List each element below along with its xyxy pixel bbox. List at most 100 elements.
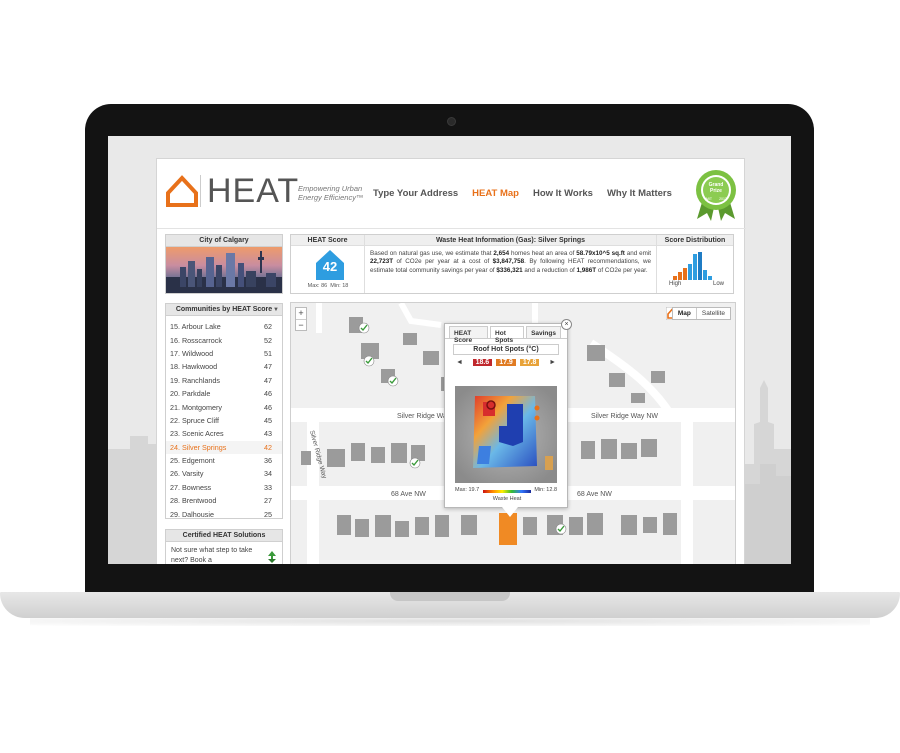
temp-badge[interactable]: 17.8 <box>519 359 540 366</box>
community-name: 28. Brentwood <box>170 496 217 506</box>
communities-title-text: Communities by HEAT Score <box>175 306 273 313</box>
temperature-readings: ◄ 18.6 17.9 17.8 ► <box>445 359 567 366</box>
tab-hot-spots[interactable]: Hot Spots <box>490 326 525 344</box>
city-panel-title: City of Calgary <box>166 235 282 247</box>
waste-homes: 2,654 <box>493 250 510 257</box>
heat-webpage: HEAT Empowering Urban Energy Efficiency™… <box>156 158 746 564</box>
site-header: HEAT Empowering Urban Energy Efficiency™… <box>157 159 746 229</box>
nav-why-it-matters[interactable]: Why It Matters <box>607 188 672 199</box>
hot-spots-popup: HEAT Score Hot Spots Savings × Roof Hot … <box>444 319 572 508</box>
waste-heat-title: Waste Heat Information (Gas): Silver Spr… <box>365 235 656 246</box>
community-score: 45 <box>264 415 272 425</box>
popup-tabs: HEAT Score Hot Spots Savings <box>445 324 567 344</box>
waste-reduction: 1,986T <box>576 266 597 274</box>
zoom-control: + − <box>295 307 307 331</box>
waste-text-part: homes heat an area of <box>509 250 577 257</box>
score-min-max: Max: 86 Min: 18 <box>291 283 365 289</box>
chevron-down-icon[interactable]: ▼ <box>273 304 279 316</box>
score-max: Max: 86 <box>307 283 328 289</box>
nav-heat-map[interactable]: HEAT Map <box>472 188 519 199</box>
waste-heat-text: Based on natural gas use, we estimate th… <box>365 246 656 279</box>
community-name: 23. Scenic Acres <box>170 429 224 439</box>
list-item[interactable]: 25. Edgemont 36 <box>166 454 282 467</box>
community-name: 29. Dalhousie <box>170 509 214 519</box>
street-label: 68 Ave NW <box>577 491 612 498</box>
screen: HEAT Empowering Urban Energy Efficiency™… <box>108 136 791 564</box>
tab-savings[interactable]: Savings <box>526 326 561 338</box>
nav-how-it-works[interactable]: How It Works <box>533 188 593 199</box>
heat-score-cell: HEAT Score 42 Max: 86 Min: 18 <box>291 235 365 293</box>
camera-icon <box>447 117 456 126</box>
close-icon[interactable]: × <box>561 319 572 330</box>
list-item[interactable]: 22. Spruce Cliff 45 <box>166 414 282 427</box>
list-item[interactable]: 16. Rosscarrock 52 <box>166 333 282 346</box>
waste-text-part: of CO2e per year at a cost of <box>393 258 493 266</box>
certified-text[interactable]: Not sure what step to take next? Book a <box>166 542 282 564</box>
score-distribution-title: Score Distribution <box>657 235 733 246</box>
grand-prize-badge-icon: Grand Prize MIT 2013 <box>696 170 736 221</box>
list-item[interactable]: 18. Hawkwood 47 <box>166 360 282 373</box>
popup-pointer <box>502 507 518 517</box>
temp-badge[interactable]: 17.9 <box>496 359 516 366</box>
map-type-satellite-button[interactable]: Satellite <box>695 308 730 319</box>
city-photo <box>166 247 282 293</box>
community-name: 16. Rosscarrock <box>170 335 222 345</box>
logo-text[interactable]: HEAT <box>207 172 299 211</box>
community-score: 51 <box>264 348 272 358</box>
list-item[interactable]: 29. Dalhousie 25 <box>166 507 282 520</box>
tab-heat-score[interactable]: HEAT Score <box>449 326 489 344</box>
community-score: 52 <box>264 335 272 345</box>
list-item[interactable]: 17. Wildwood 51 <box>166 347 282 360</box>
community-name: 27. Bowness <box>170 482 212 492</box>
heat-map[interactable]: Silver Ridge Way NW Silver Ridge Way NW … <box>290 302 736 564</box>
legend-min: Min: 12.8 <box>534 487 557 493</box>
community-name: 18. Hawkwood <box>170 362 218 372</box>
list-item[interactable]: 28. Brentwood 27 <box>166 494 282 507</box>
recycle-icon <box>268 551 276 563</box>
list-item-selected[interactable]: 24. Silver Springs 42 <box>166 440 282 454</box>
community-name: 15. Arbour Lake <box>170 322 221 332</box>
nav-type-address[interactable]: Type Your Address <box>373 188 458 199</box>
legend-label: Waste Heat <box>492 496 522 502</box>
heat-score-value: 42 <box>322 259 338 274</box>
community-name: 25. Edgemont <box>170 456 215 466</box>
badge-year: 2013 <box>719 197 727 201</box>
tagline: Empowering Urban Energy Efficiency™ <box>298 184 364 202</box>
list-item[interactable]: 21. Montgomery 46 <box>166 400 282 413</box>
waste-text-part: and emit <box>624 250 652 257</box>
badge-org: MIT <box>706 197 713 201</box>
zoom-in-button[interactable]: + <box>296 308 306 319</box>
list-item[interactable]: 19. Ranchlands 47 <box>166 374 282 387</box>
list-item[interactable]: 15. Arbour Lake 62 <box>166 320 282 333</box>
prev-arrow-icon[interactable]: ◄ <box>456 359 463 366</box>
house-logo-icon <box>166 175 198 207</box>
waste-text-part: Based on natural gas use, we estimate th… <box>370 250 494 257</box>
communities-list: 15. Arbour Lake 62 16. Rosscarrock 52 17. … <box>166 316 282 521</box>
main-nav: Type Your Address HEAT Map How It Works … <box>373 188 672 199</box>
communities-panel-title[interactable]: Communities by HEAT Score ▼ <box>166 304 282 316</box>
community-score: 46 <box>264 389 272 399</box>
list-item[interactable]: 20. Parkdale 46 <box>166 387 282 400</box>
community-name: 17. Wildwood <box>170 348 214 358</box>
waste-heat-legend-bar <box>483 490 531 493</box>
legend-max: Max: 19.7 <box>455 487 480 493</box>
thermal-roof-image <box>455 386 557 483</box>
community-score: 62 <box>264 322 272 332</box>
city-panel: City of Calgary <box>165 234 283 294</box>
waste-savings: $336,321 <box>496 266 523 274</box>
city-skyline-photo <box>166 251 282 293</box>
community-name: 20. Parkdale <box>170 389 211 399</box>
community-score: 42 <box>264 442 272 452</box>
distribution-low-label: Low <box>713 281 725 287</box>
map-type-map-button[interactable]: Map <box>673 308 696 319</box>
communities-panel: Communities by HEAT Score ▼ 15. Arbour L… <box>165 303 283 519</box>
zoom-out-button[interactable]: − <box>296 319 306 330</box>
community-score: 47 <box>264 375 272 385</box>
community-score: 36 <box>264 456 272 466</box>
list-item[interactable]: 26. Varsity 34 <box>166 467 282 480</box>
list-item[interactable]: 27. Bowness 33 <box>166 481 282 494</box>
temp-badge[interactable]: 18.6 <box>472 359 493 366</box>
next-arrow-icon[interactable]: ► <box>549 359 556 366</box>
list-item[interactable]: 23. Scenic Acres 43 <box>166 427 282 440</box>
community-score: 47 <box>264 362 272 372</box>
